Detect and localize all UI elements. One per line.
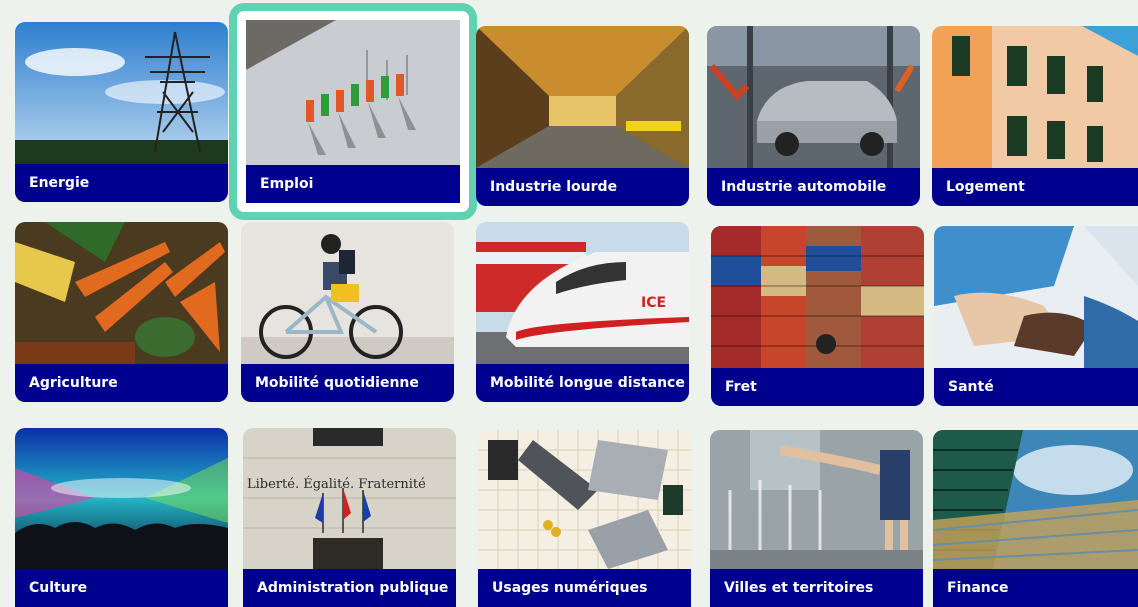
- motto-engraving: Liberté. Égalité. Fraternité: [247, 476, 426, 492]
- tile-logement[interactable]: Logement: [932, 26, 1138, 206]
- tile-label: Administration publique: [243, 569, 456, 607]
- tile-label: Usages numériques: [478, 569, 691, 607]
- city-fountain-photo: [710, 430, 923, 569]
- tile-administration-publique[interactable]: Liberté. Égalité. Fraternité Administrat…: [243, 428, 456, 607]
- shipping-containers-photo: [711, 226, 924, 368]
- tile-label: Logement: [932, 168, 1138, 206]
- tile-energie[interactable]: Energie: [15, 22, 228, 202]
- town-hall-photo: Liberté. Égalité. Fraternité: [243, 428, 456, 569]
- power-pylon-photo: [15, 22, 228, 164]
- tile-sante[interactable]: Santé: [934, 226, 1138, 406]
- tile-mobilite-quotidienne[interactable]: Mobilité quotidienne: [241, 222, 454, 402]
- vegetables-photo: [15, 222, 228, 364]
- cyclist-photo: [241, 222, 454, 364]
- topic-grid: Energie Emploi Industrie lourde Industri…: [0, 0, 1138, 607]
- caregiver-hands-photo: [934, 226, 1138, 368]
- high-speed-train-photo: ICE: [476, 222, 689, 364]
- tile-label: Industrie lourde: [476, 168, 689, 206]
- tile-label: Industrie automobile: [707, 168, 920, 206]
- tile-label: Mobilité longue distance: [476, 364, 689, 402]
- tile-label: Mobilité quotidienne: [241, 364, 454, 402]
- factory-hall-photo: [476, 26, 689, 168]
- concert-crowd-photo: [15, 428, 228, 569]
- glass-tower-photo: [933, 430, 1138, 569]
- tile-label: Fret: [711, 368, 924, 406]
- tile-usages-numeriques[interactable]: Usages numériques: [478, 430, 691, 607]
- tile-label: Santé: [934, 368, 1138, 406]
- tile-label: Agriculture: [15, 364, 228, 402]
- tile-fret[interactable]: Fret: [711, 226, 924, 406]
- tile-culture[interactable]: Culture: [15, 428, 228, 607]
- tile-emploi[interactable]: Emploi: [229, 3, 477, 220]
- car-assembly-photo: [707, 26, 920, 168]
- tile-villes-et-territoires[interactable]: Villes et territoires: [710, 430, 923, 607]
- tile-label: Culture: [15, 569, 228, 607]
- tile-mobilite-longue-distance[interactable]: ICE Mobilité longue distance: [476, 222, 689, 402]
- building-facade-photo: [932, 26, 1138, 168]
- tile-label: Emploi: [246, 165, 460, 203]
- tile-label: Energie: [15, 164, 228, 202]
- tile-label: Finance: [933, 569, 1138, 607]
- tile-agriculture[interactable]: Agriculture: [15, 222, 228, 402]
- workers-aerial-photo: [246, 20, 460, 165]
- laptops-desk-photo: [478, 430, 691, 569]
- tile-industrie-lourde[interactable]: Industrie lourde: [476, 26, 689, 206]
- tile-industrie-automobile[interactable]: Industrie automobile: [707, 26, 920, 206]
- tile-finance[interactable]: Finance: [933, 430, 1138, 607]
- ice-mark: ICE: [641, 295, 666, 311]
- tile-label: Villes et territoires: [710, 569, 923, 607]
